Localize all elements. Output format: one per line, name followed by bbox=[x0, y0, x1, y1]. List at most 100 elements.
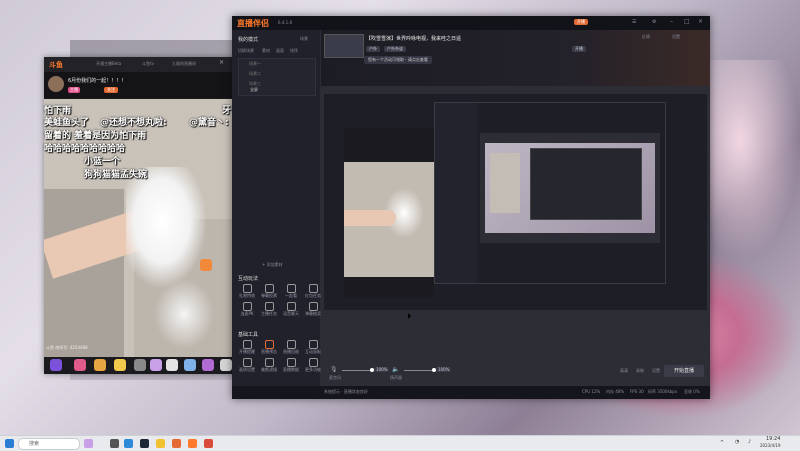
sidebar-sub[interactable]: 画面 bbox=[276, 48, 284, 54]
tool-button[interactable]: 一起看 bbox=[280, 284, 302, 299]
tab-3[interactable]: 九尾的直播间 bbox=[172, 61, 196, 67]
gift-icon[interactable] bbox=[184, 359, 196, 371]
preview-canvas[interactable] bbox=[324, 94, 707, 310]
folder-icon[interactable] bbox=[156, 439, 165, 448]
danmaku: @还想不想丸啦: bbox=[100, 118, 167, 128]
tab-1[interactable]: 开通主播Beta bbox=[96, 61, 121, 67]
tool-button[interactable]: 直播回放 bbox=[280, 340, 302, 355]
gift-icon bbox=[242, 284, 252, 293]
douyu-taskbar-icon[interactable] bbox=[188, 439, 197, 448]
app-version: 6.4.1.8 bbox=[278, 20, 292, 25]
scene-tab[interactable]: 场景 bbox=[300, 36, 308, 42]
widget-icon[interactable] bbox=[84, 439, 93, 448]
search-box[interactable]: 搜索 bbox=[18, 438, 80, 450]
sidebar-sub[interactable]: 切换场景 bbox=[238, 48, 254, 54]
volume-icon[interactable]: ♪ bbox=[748, 439, 751, 445]
tool-button[interactable]: 直播数据 bbox=[280, 358, 302, 373]
mic-label: 麦克风 bbox=[329, 375, 341, 380]
wifi-icon[interactable]: ◔ bbox=[735, 439, 739, 445]
gift-icon[interactable] bbox=[202, 359, 214, 371]
record-button[interactable]: 录制 bbox=[636, 368, 644, 374]
scene-item-fullscreen[interactable]: 全屏 bbox=[250, 87, 258, 93]
tool-button[interactable]: 礼物特效 bbox=[236, 284, 258, 299]
scene-item[interactable]: 场景一 bbox=[239, 59, 315, 69]
tool-button[interactable]: 开播提醒 bbox=[236, 340, 258, 355]
gift-icon[interactable] bbox=[166, 359, 178, 371]
basic-section-title: 基础工具 bbox=[238, 332, 259, 338]
hd-button[interactable]: 高清 bbox=[620, 368, 628, 374]
gift-icon[interactable] bbox=[50, 359, 62, 371]
task-view-icon[interactable] bbox=[110, 439, 119, 448]
status-item: 丢帧 0% bbox=[684, 389, 700, 394]
mic-value: 100% bbox=[374, 367, 390, 372]
tab-2[interactable]: 斗鱼tv bbox=[142, 61, 154, 67]
nested-window bbox=[530, 148, 642, 220]
stream-thumbnail[interactable] bbox=[324, 34, 364, 58]
speaker-icon[interactable]: 🔈 bbox=[392, 366, 399, 373]
live-companion-window[interactable]: 直播伴侣 6.4.1.8 开播 ☰ ⚙ – □ × 【吹雪雪演】世界吟咏电视，我… bbox=[232, 16, 710, 399]
tool-button[interactable]: 语音聊天 bbox=[280, 302, 302, 317]
replay-icon bbox=[286, 340, 296, 349]
feedback-icon[interactable]: ☰ bbox=[632, 19, 636, 25]
close-icon[interactable]: × bbox=[219, 59, 224, 66]
add-source-button[interactable]: + 添加素材 bbox=[262, 262, 283, 268]
tool-button[interactable]: 主播任务 bbox=[258, 302, 280, 317]
sidebar-sub[interactable]: 排序 bbox=[290, 48, 298, 54]
category-tag[interactable]: 户外 bbox=[366, 46, 380, 52]
panel-icon bbox=[308, 340, 318, 349]
level-badge: 主播 bbox=[68, 87, 80, 93]
category-tag[interactable]: 户外杂谈 bbox=[384, 46, 406, 52]
douyu-logo: 斗鱼 bbox=[49, 61, 63, 69]
header-link[interactable]: 反馈 bbox=[642, 34, 650, 40]
tool-button[interactable]: 弹幕投票 bbox=[258, 284, 280, 299]
edge-icon[interactable] bbox=[124, 439, 133, 448]
gift-icon[interactable] bbox=[74, 359, 86, 371]
maximize-icon[interactable]: □ bbox=[684, 18, 690, 25]
speaker-slider-track[interactable] bbox=[404, 370, 434, 371]
tool-button[interactable]: 美颜滤镜 bbox=[258, 358, 280, 373]
follow-button[interactable]: 关注 bbox=[104, 87, 118, 93]
nested-companion bbox=[434, 102, 666, 284]
microphone-icon[interactable]: 🎙 bbox=[330, 366, 338, 373]
gift-icon[interactable] bbox=[220, 359, 232, 371]
settings-icon[interactable]: ⚙ bbox=[652, 19, 656, 25]
scene-item[interactable]: 场景二 bbox=[239, 69, 315, 79]
sidebar-sub[interactable]: 素材 bbox=[262, 48, 270, 54]
close-icon[interactable]: × bbox=[698, 18, 703, 25]
gift-icon[interactable] bbox=[114, 359, 126, 371]
stream-title[interactable]: 【吹雪雪演】世界吟咏电视，我来哇之日遥 bbox=[366, 35, 461, 42]
gift-icon[interactable] bbox=[94, 359, 106, 371]
steam-icon[interactable] bbox=[140, 439, 149, 448]
notice-banner[interactable]: 您有一个活动可领取 · 请点击查看 bbox=[364, 56, 432, 64]
voice-icon bbox=[286, 302, 296, 311]
app-icon[interactable] bbox=[172, 439, 181, 448]
header-link[interactable]: 设置 bbox=[672, 34, 680, 40]
mic-slider-track[interactable] bbox=[342, 370, 372, 371]
app-name: 直播伴侣 bbox=[237, 19, 269, 28]
gift-icon[interactable] bbox=[134, 359, 146, 371]
settings-button[interactable]: 设置 bbox=[652, 368, 660, 374]
more-icon bbox=[308, 358, 318, 367]
clock-date[interactable]: 2023/4/19 bbox=[760, 443, 781, 448]
clock-time[interactable]: 19:24 bbox=[766, 436, 780, 442]
tool-button[interactable]: 直播预告 bbox=[258, 340, 280, 355]
minimize-icon[interactable]: – bbox=[670, 18, 673, 25]
windows-start-icon[interactable] bbox=[5, 439, 14, 448]
danmaku: 留着的 羞着是因为怕下雨 bbox=[44, 131, 147, 141]
avatar[interactable] bbox=[48, 76, 64, 92]
gift-icon[interactable] bbox=[150, 359, 162, 371]
tool-button[interactable]: 画质设置 bbox=[236, 358, 258, 373]
stream-viewer-window[interactable]: 斗鱼 开通主播Beta 斗鱼tv 九尾的直播间 × 6月份我们的一起！！！！ 主… bbox=[44, 57, 234, 374]
mode-selector[interactable]: 我的模式 bbox=[238, 36, 258, 43]
go-live-mini-button[interactable]: 开播 bbox=[574, 19, 588, 25]
nested-arm bbox=[344, 210, 396, 226]
room-stat: 斗鱼 房间号: 4254408 bbox=[46, 345, 88, 350]
lottery-icon bbox=[308, 302, 318, 311]
nested-video-thumb bbox=[490, 153, 520, 213]
app-titlebar: 直播伴侣 6.4.1.8 开播 ☰ ⚙ – □ × bbox=[232, 16, 710, 30]
start-live-button[interactable]: 开始直播 bbox=[664, 365, 704, 377]
tool-button[interactable]: 连麦PK bbox=[236, 302, 258, 317]
companion-taskbar-icon[interactable] bbox=[204, 439, 213, 448]
room-manage-button[interactable]: 开播 bbox=[572, 46, 586, 52]
chevron-up-icon[interactable]: ^ bbox=[720, 440, 724, 446]
